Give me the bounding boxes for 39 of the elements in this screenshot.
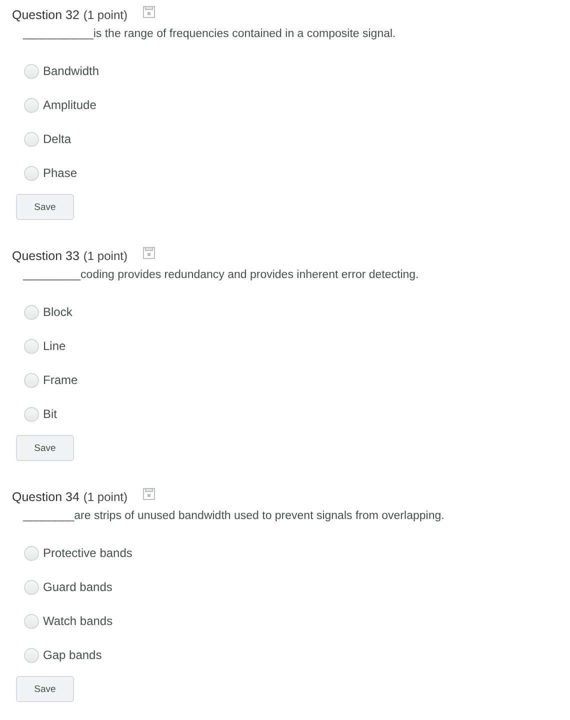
points-label: (1 point) — [83, 249, 128, 263]
save-icon — [143, 6, 156, 18]
option-label[interactable]: Bit — [43, 407, 58, 421]
radio-button[interactable] — [24, 614, 39, 628]
option-label[interactable]: Block — [43, 305, 72, 319]
save-button[interactable]: Save — [16, 435, 74, 461]
radio-button[interactable] — [24, 580, 39, 594]
question-title: Question 33 — [12, 249, 80, 263]
radio-button[interactable] — [24, 546, 39, 560]
question-text: _________coding provides redundancy and provides inherent error detecting. — [23, 269, 420, 283]
option-label[interactable]: Watch bands — [43, 614, 113, 628]
option-label[interactable]: Gap bands — [43, 648, 102, 662]
question-title: Question 32 — [12, 8, 80, 22]
radio-button[interactable] — [24, 166, 39, 180]
option-label[interactable]: Frame — [43, 373, 78, 387]
save-button[interactable]: Save — [16, 194, 74, 220]
question-title: Question 34 — [12, 490, 80, 504]
radio-button[interactable] — [24, 304, 39, 320]
option-label[interactable]: Protective bands — [43, 546, 132, 560]
question-text: ___________is the range of frequencies contained in a composite signal. — [23, 28, 397, 42]
radio-button[interactable] — [24, 648, 39, 662]
radio-button[interactable] — [24, 132, 39, 146]
option-label[interactable]: Guard bands — [43, 580, 112, 594]
points-label: (1 point) — [83, 490, 128, 504]
save-button[interactable]: Save — [16, 676, 74, 702]
option-label[interactable]: Amplitude — [43, 98, 96, 112]
radio-button[interactable] — [24, 372, 39, 388]
question-text: ________are strips of unused bandwidth used to prevent signals from overlapping. — [23, 510, 446, 524]
points-label: (1 point) — [83, 8, 128, 22]
radio-button[interactable] — [24, 98, 39, 112]
option-label[interactable]: Phase — [43, 166, 78, 180]
radio-button[interactable] — [24, 64, 39, 78]
radio-button[interactable] — [24, 338, 39, 354]
option-label[interactable]: Line — [43, 339, 66, 353]
radio-button[interactable] — [24, 406, 39, 422]
save-icon — [143, 488, 156, 500]
option-label[interactable]: Bandwidth — [43, 64, 100, 78]
option-label[interactable]: Delta — [43, 132, 72, 146]
save-icon — [143, 247, 156, 259]
